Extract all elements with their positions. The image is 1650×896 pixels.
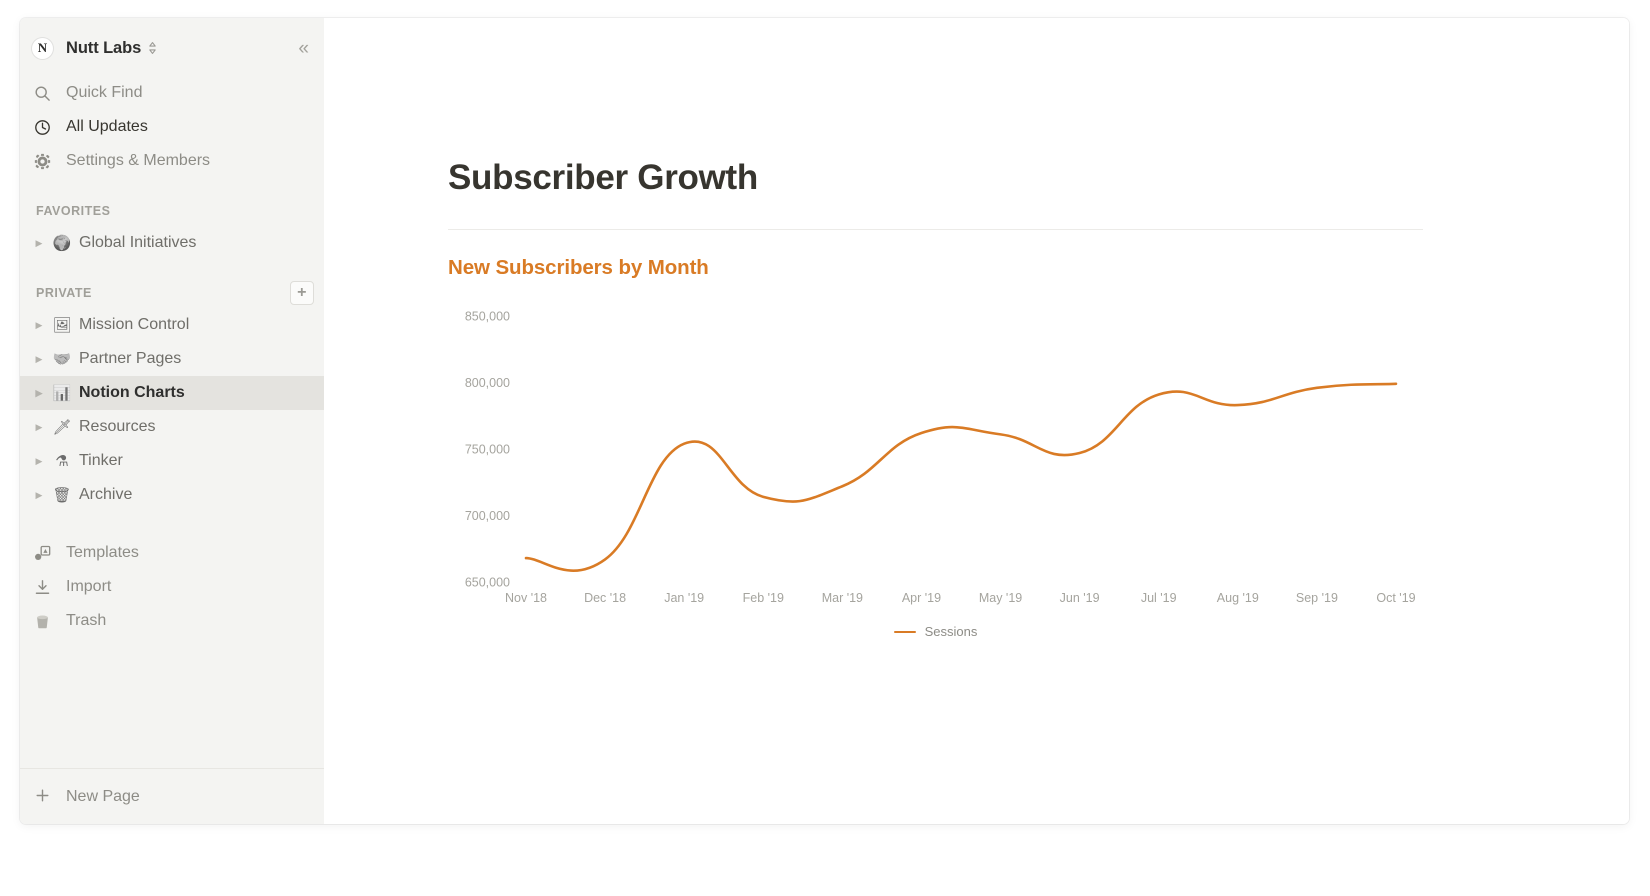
- sidebar-item-mission-control[interactable]: ▶ 🖼 Mission Control: [20, 308, 324, 342]
- y-axis-tick-label: 650,000: [465, 576, 510, 590]
- disclosure-triangle-icon[interactable]: ▶: [28, 490, 50, 501]
- page-emoji-icon: 🌍: [52, 234, 72, 252]
- workspace-logo: N: [32, 37, 53, 59]
- sidebar-item-notion-charts[interactable]: ▶ 📊 Notion Charts: [20, 376, 324, 410]
- private-heading: PRIVATE: [36, 286, 92, 300]
- x-axis-tick-label: Jun '19: [1060, 591, 1100, 605]
- templates-icon: [34, 544, 56, 562]
- import-icon: [34, 578, 56, 596]
- chart-series-group: [524, 382, 1398, 573]
- sidebar-item-label: Trash: [66, 612, 107, 629]
- disclosure-triangle-icon[interactable]: ▶: [28, 238, 50, 249]
- page-emoji-icon: ⚗: [55, 452, 69, 470]
- disclosure-triangle-icon[interactable]: ▶: [28, 456, 50, 467]
- sidebar-item-settings-members[interactable]: Settings & Members: [20, 144, 324, 178]
- legend-label: Sessions: [924, 624, 978, 640]
- chevron-updown-icon: [148, 41, 157, 55]
- sidebar-item-templates[interactable]: Templates: [20, 536, 324, 570]
- sidebar: N Nutt Labs « Quick Find All Updates Set…: [20, 18, 324, 824]
- disclosure-triangle-icon[interactable]: ▶: [28, 388, 50, 399]
- page-emoji-icon: 🖼: [52, 316, 72, 334]
- sidebar-primary-nav: Quick Find All Updates Settings & Member…: [20, 76, 324, 178]
- page-label: Archive: [79, 486, 133, 503]
- sidebar-item-quick-find[interactable]: Quick Find: [20, 76, 324, 110]
- x-axis-tick-label: Mar '19: [822, 591, 863, 605]
- x-axis-tick-label: Sep '19: [1296, 591, 1338, 605]
- page-label: Global Initiatives: [79, 234, 197, 251]
- line-chart: 650,000 700,000 750,000 800,000 850,000 Nov …: [448, 302, 1423, 672]
- sidebar-item-global-initiatives[interactable]: ▶ 🌍 Global Initiatives: [20, 226, 324, 260]
- sidebar-item-label: Quick Find: [66, 84, 143, 101]
- chart-legend: Sessions: [448, 624, 1423, 639]
- favorites-section-header: FAVORITES: [20, 196, 324, 226]
- series-line: [524, 382, 1398, 573]
- favorites-heading: FAVORITES: [36, 204, 111, 218]
- workspace-name: Nutt Labs: [66, 38, 142, 57]
- legend-color-swatch: [893, 630, 916, 633]
- private-section-header: PRIVATE +: [20, 278, 324, 308]
- sidebar-item-resources[interactable]: ▶ 🗡 Resources: [20, 410, 324, 444]
- disclosure-triangle-icon[interactable]: ▶: [28, 320, 50, 331]
- new-page-button[interactable]: New Page: [20, 768, 324, 824]
- title-divider: [448, 229, 1423, 231]
- x-axis-tick-label: May '19: [979, 591, 1022, 605]
- sidebar-item-tinker[interactable]: ▶ ⚗ Tinker: [20, 444, 324, 478]
- sidebar-item-label: All Updates: [66, 118, 148, 135]
- disclosure-triangle-icon[interactable]: ▶: [28, 354, 50, 365]
- disclosure-triangle-icon[interactable]: ▶: [28, 422, 50, 433]
- y-axis-tick-label: 850,000: [465, 310, 510, 324]
- document-body: Subscriber Growth New Subscribers by Mon…: [324, 18, 1629, 672]
- page-label: Partner Pages: [79, 350, 182, 367]
- page-label: Resources: [79, 418, 156, 435]
- workspace-switcher[interactable]: N Nutt Labs «: [20, 27, 324, 69]
- x-axis-tick-label: Apr '19: [902, 591, 941, 605]
- x-axis-tick-label: Oct '19: [1376, 591, 1415, 605]
- y-axis-tick-label: 800,000: [465, 376, 510, 390]
- trash-icon: [34, 612, 56, 630]
- sidebar-item-trash[interactable]: Trash: [20, 604, 324, 638]
- chart-title: New Subscribers by Month: [448, 256, 709, 280]
- x-axis-tick-label: Nov '18: [505, 591, 547, 605]
- sidebar-item-label: Import: [66, 578, 112, 595]
- page-label: Tinker: [79, 452, 123, 469]
- page-emoji-icon: 📊: [52, 384, 72, 402]
- main-content: Subscriber Growth New Subscribers by Mon…: [324, 18, 1629, 824]
- sidebar-scroll-area: N Nutt Labs « Quick Find All Updates Set…: [20, 18, 324, 768]
- plus-icon: [34, 787, 56, 807]
- x-axis-tick-label: Feb '19: [743, 591, 784, 605]
- favorites-list: ▶ 🌍 Global Initiatives: [20, 226, 324, 260]
- y-axis-tick-labels: 650,000 700,000 750,000 800,000 850,000: [465, 310, 510, 590]
- app-root: N Nutt Labs « Quick Find All Updates Set…: [0, 0, 1650, 896]
- gear-icon: [34, 152, 56, 170]
- collapse-sidebar-button[interactable]: «: [294, 37, 310, 60]
- x-axis-tick-label: Jul '19: [1141, 591, 1177, 605]
- sidebar-item-import[interactable]: Import: [20, 570, 324, 604]
- sidebar-item-partner-pages[interactable]: ▶ 🤝 Partner Pages: [20, 342, 324, 376]
- page-emoji-icon: 🤝: [52, 350, 72, 368]
- x-axis-tick-labels: Nov '18 Dec '18 Jan '19 Feb '19 Mar '19 Apr '…: [505, 591, 1416, 605]
- private-list: ▶ 🖼 Mission Control ▶ 🤝 Partner Pages ▶ …: [20, 308, 324, 512]
- x-axis-tick-label: Dec '18: [584, 591, 626, 605]
- new-page-label: New Page: [66, 787, 140, 805]
- x-axis-tick-label: Aug '19: [1217, 591, 1259, 605]
- search-icon: [34, 84, 56, 102]
- page-label: Notion Charts: [79, 384, 185, 401]
- clock-icon: [34, 118, 56, 136]
- chart-canvas: 650,000 700,000 750,000 800,000 850,000 Nov …: [465, 310, 1416, 606]
- sidebar-utilities: Templates Import Trash: [20, 536, 324, 638]
- notion-window: N Nutt Labs « Quick Find All Updates Set…: [20, 18, 1629, 824]
- y-axis-tick-label: 750,000: [465, 443, 510, 457]
- x-axis-tick-label: Jan '19: [664, 591, 704, 605]
- add-private-page-button[interactable]: +: [290, 281, 314, 305]
- sidebar-item-archive[interactable]: ▶ 🗑 Archive: [20, 478, 324, 512]
- sidebar-item-all-updates[interactable]: All Updates: [20, 110, 324, 144]
- sidebar-item-label: Settings & Members: [66, 152, 211, 169]
- sidebar-item-label: Templates: [66, 544, 139, 561]
- page-emoji-icon: 🗡: [52, 418, 72, 436]
- page-label: Mission Control: [79, 316, 190, 333]
- page-emoji-icon: 🗑: [52, 486, 72, 504]
- page-title: Subscriber Growth: [448, 158, 758, 197]
- y-axis-tick-label: 700,000: [465, 509, 510, 523]
